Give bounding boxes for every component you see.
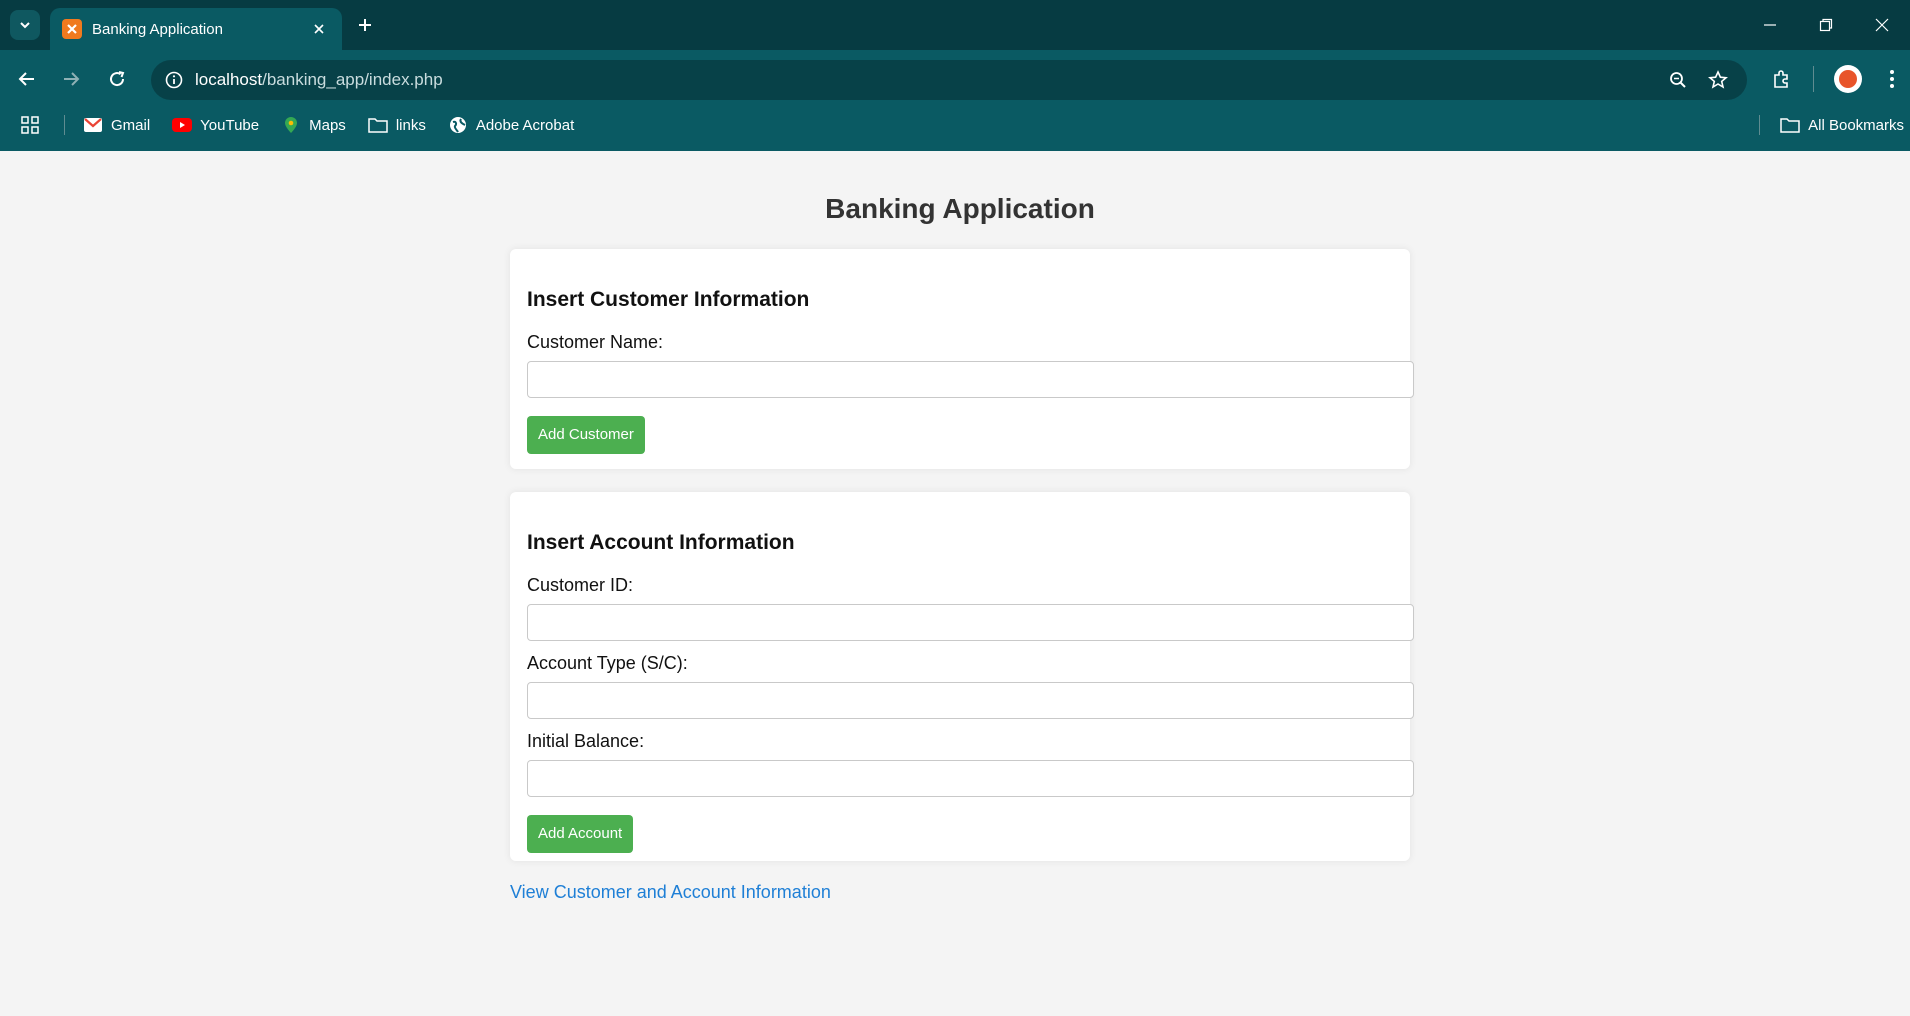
tab-title: Banking Application (92, 20, 223, 38)
add-customer-button[interactable]: Add Customer (527, 416, 645, 454)
bookmarks-separator (1759, 115, 1761, 135)
minimize-button[interactable] (1742, 0, 1798, 50)
globe-icon (448, 115, 468, 135)
url-host: localhost (195, 70, 263, 89)
gmail-icon (83, 115, 103, 135)
customer-name-input[interactable] (527, 361, 1414, 398)
address-bar[interactable]: localhost/banking_app/index.php (151, 60, 1747, 100)
reload-button[interactable] (102, 64, 132, 94)
customer-form-heading: Insert Customer Information (527, 288, 810, 311)
bookmark-label: Adobe Acrobat (475, 116, 575, 134)
browser-chrome: Banking Application localhost/banking_ap… (0, 0, 1910, 151)
customer-name-label: Customer Name: (527, 332, 664, 352)
customer-id-label: Customer ID: (527, 575, 634, 595)
bookmark-label: YouTube (200, 116, 260, 134)
account-form-card: Insert Account Information Customer ID: … (510, 492, 1414, 861)
chevron-down-icon (20, 22, 30, 29)
all-bookmarks-label: All Bookmarks (1808, 116, 1904, 134)
add-account-button[interactable]: Add Account (527, 815, 634, 853)
zoom-icon[interactable] (1663, 65, 1693, 95)
account-type-label: Account Type (S/C): (527, 653, 688, 673)
close-icon (1875, 18, 1889, 32)
avatar[interactable] (1834, 65, 1862, 93)
initial-balance-input[interactable] (527, 760, 1414, 797)
bookmarks-separator (64, 115, 65, 135)
apps-icon[interactable] (0, 116, 60, 134)
tab-search-button[interactable] (10, 10, 40, 40)
plus-icon (359, 19, 371, 31)
maps-icon (281, 115, 301, 135)
minimize-icon (1764, 24, 1776, 26)
url-path: /banking_app/index.php (262, 70, 443, 89)
window-controls (1742, 0, 1910, 50)
star-icon[interactable] (1703, 65, 1733, 95)
bookmark-maps[interactable]: Maps (281, 115, 346, 135)
extensions-icon[interactable] (1766, 64, 1796, 94)
info-icon[interactable] (165, 71, 183, 89)
youtube-icon (172, 115, 193, 135)
reload-icon (110, 71, 125, 87)
toolbar-divider (1813, 66, 1814, 92)
account-form-heading: Insert Account Information (527, 531, 795, 554)
folder-icon (368, 115, 388, 135)
url-text[interactable]: localhost/banking_app/index.php (195, 70, 1653, 90)
bookmark-youtube[interactable]: YouTube (172, 115, 259, 135)
kebab-menu-icon[interactable] (1880, 64, 1904, 94)
tab-active[interactable]: Banking Application (50, 8, 342, 50)
view-info-link[interactable]: View Customer and Account Information (510, 882, 831, 903)
page-content: Banking Application Insert Customer Info… (0, 151, 1910, 1016)
tab-strip: Banking Application (0, 0, 1910, 50)
xampp-favicon-icon (62, 19, 82, 39)
bookmark-label: Maps (309, 116, 346, 134)
bookmark-links-folder[interactable]: links (368, 115, 426, 135)
customer-id-input[interactable] (527, 604, 1414, 641)
bookmark-label: Gmail (111, 116, 151, 134)
all-bookmarks[interactable]: All Bookmarks (1759, 108, 1904, 142)
forward-button[interactable] (56, 64, 86, 94)
bookmark-label: links (395, 116, 426, 134)
arrow-right-icon (64, 72, 80, 86)
back-button[interactable] (12, 64, 42, 94)
initial-balance-label: Initial Balance: (527, 731, 645, 751)
bookmarks-bar: Gmail YouTube Maps links Adobe Acrobat A… (0, 108, 1910, 142)
bookmark-adobe-acrobat[interactable]: Adobe Acrobat (448, 115, 574, 135)
customer-form-card: Insert Customer Information Customer Nam… (510, 249, 1414, 469)
arrow-left-icon (18, 72, 34, 86)
folder-icon (1780, 115, 1800, 135)
account-type-input[interactable] (527, 682, 1414, 719)
restore-button[interactable] (1798, 0, 1854, 50)
close-window-button[interactable] (1854, 0, 1910, 50)
avatar-image (1839, 70, 1857, 88)
page-title: Banking Application (825, 193, 1095, 224)
restore-icon (1819, 18, 1833, 32)
bookmark-gmail[interactable]: Gmail (83, 115, 150, 135)
new-tab-button[interactable] (352, 12, 378, 38)
close-icon[interactable] (308, 18, 330, 40)
